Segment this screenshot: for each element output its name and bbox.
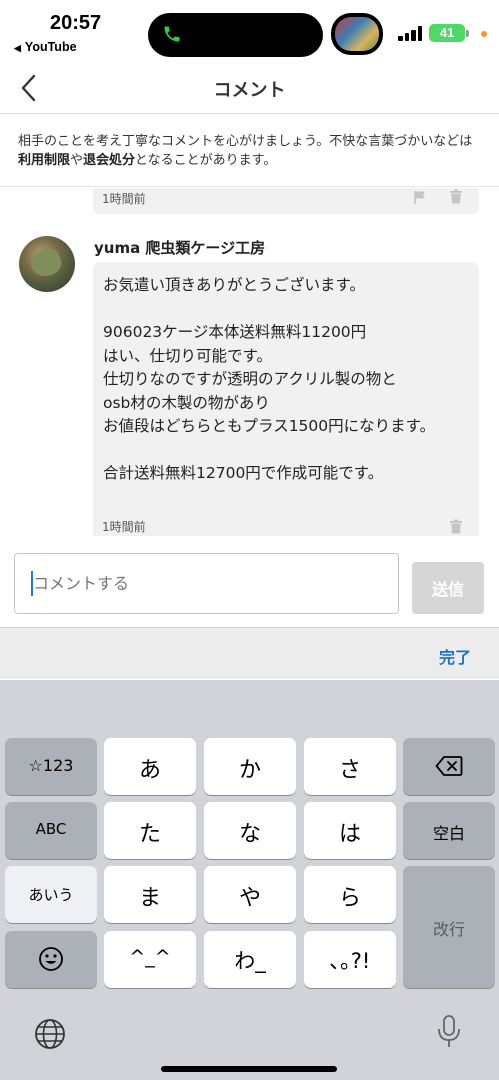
status-time: 20:57 [50,12,102,34]
globe-icon[interactable] [34,1018,66,1050]
notice-bold-usage-restriction: 利用制限 [18,153,71,168]
key-ra[interactable]: ら [304,866,396,923]
privacy-indicator-dot [481,31,487,37]
battery-level: 41 [439,25,455,40]
backspace-icon [435,756,463,776]
send-button[interactable]: 送信 [412,562,484,614]
japanese-kana-keyboard: ☆123 あ か さ ABC た な は 空白 あいう ま や ら 改行 ^_^… [0,680,499,1080]
avatar-photo-subject [27,245,65,281]
comment-list[interactable]: 1時間前 yuma 爬虫類ケージ工房 お気遣い頂きありがとうございます。 906… [0,188,499,536]
back-app-label: YouTube [24,40,77,54]
key-kaomoji[interactable]: ^_^ [104,931,196,988]
key-sa[interactable]: さ [304,738,396,795]
previous-comment-time: 1時間前 [102,192,146,206]
comment-time: 1時間前 [102,520,146,534]
emoji-face-icon [39,947,63,971]
commenter-avatar[interactable] [19,236,75,292]
key-space[interactable]: 空白 [403,802,495,859]
comment-text: お気遣い頂きありがとうございます。 906023ケージ本体送料無料11200円 … [103,276,436,482]
delete-trash-icon[interactable] [449,189,463,204]
key-ha[interactable]: は [304,802,396,859]
previous-comment-bubble: 1時間前 [93,188,479,214]
comment-bubble: お気遣い頂きありがとうございます。 906023ケージ本体送料無料11200円 … [93,262,479,536]
done-button[interactable]: 完了 [439,644,471,668]
key-kana-mode[interactable]: あいう [5,866,97,923]
cellular-signal-icon [398,26,423,41]
notice-text-3: となることがあります。 [135,153,277,168]
key-ya[interactable]: や [204,866,296,923]
notice-text-2: や [70,153,84,168]
keyboard-toolbar: 完了 [0,627,499,679]
key-na[interactable]: な [204,802,296,859]
key-emoji[interactable] [5,931,97,988]
key-return[interactable]: 改行 [403,866,495,988]
key-numbers[interactable]: ☆123 [5,738,97,795]
page-title: コメント [213,80,286,101]
battery-icon: 41 [429,24,465,42]
key-backspace[interactable] [403,738,495,795]
phone-call-icon [164,26,180,42]
notice-bold-withdrawal: 退会処分 [83,153,136,168]
battery-tip [466,30,469,37]
notice-text-1: 相手のことを考え丁寧なコメントを心がけましょう。不快な言葉づかいなどは [18,134,473,149]
microphone-icon[interactable] [436,1014,462,1050]
key-a[interactable]: あ [104,738,196,795]
delete-trash-icon[interactable] [449,519,463,534]
key-ta[interactable]: た [104,802,196,859]
key-ka[interactable]: か [204,738,296,795]
back-to-app-link[interactable]: ◀ YouTube [14,40,77,54]
thumbnail-image [335,17,379,51]
media-thumbnail[interactable] [331,13,383,55]
status-bar: 20:57 ◀ YouTube 41 [0,0,499,60]
comment-author-name[interactable]: yuma 爬虫類ケージ工房 [94,237,265,258]
key-wa[interactable]: わ_ [204,931,296,988]
home-indicator[interactable] [161,1066,337,1072]
text-caret [31,571,33,596]
key-punctuation[interactable]: ､｡?! [304,931,396,988]
key-ma[interactable]: ま [104,866,196,923]
comment-input[interactable] [14,553,399,614]
report-flag-icon[interactable] [413,190,427,205]
guideline-notice: 相手のことを考え丁寧なコメントを心がけましょう。不快な言葉づかいなどは利用制限や… [0,115,499,187]
navigation-bar: コメント [0,62,499,114]
back-triangle-icon: ◀ [14,43,21,53]
key-abc[interactable]: ABC [5,802,97,859]
dynamic-island[interactable] [148,13,323,57]
comment-compose-bar: 送信 [0,536,499,627]
